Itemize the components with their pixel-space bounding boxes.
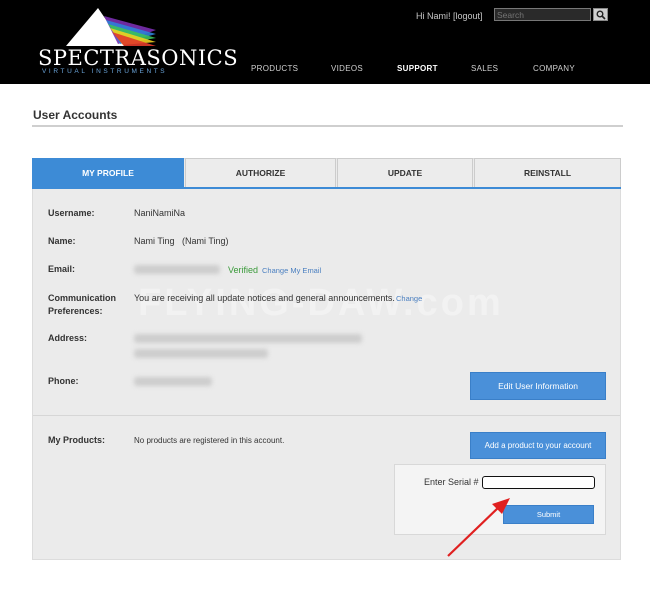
edit-user-info-button[interactable]: Edit User Information <box>470 372 606 400</box>
tab-update[interactable]: UPDATE <box>337 158 473 188</box>
brand-logo[interactable]: SPECTRASONICS VIRTUAL INSTRUMENTS <box>30 6 238 76</box>
search-input[interactable] <box>494 8 591 21</box>
phone-value-redacted <box>134 377 212 386</box>
search-icon <box>596 10 606 20</box>
address-line1-redacted <box>134 334 362 343</box>
brand-name: SPECTRASONICS <box>38 46 239 70</box>
nav-videos[interactable]: VIDEOS <box>331 64 363 73</box>
name-label: Name: <box>48 236 76 246</box>
title-divider <box>32 125 623 127</box>
comm-prefs-change-link[interactable]: Change <box>396 294 422 303</box>
tabs-underline <box>32 187 621 189</box>
prism-logo-icon <box>66 8 156 46</box>
site-header: SPECTRASONICS VIRTUAL INSTRUMENTS Hi Nam… <box>0 0 650 84</box>
serial-label: Enter Serial # <box>424 477 479 487</box>
serial-input[interactable] <box>482 476 595 489</box>
comm-prefs-text: You are receiving all update notices and… <box>134 293 395 303</box>
submit-serial-button[interactable]: Submit <box>503 505 594 524</box>
no-products-text: No products are registered in this accou… <box>134 436 285 445</box>
tab-my-profile[interactable]: MY PROFILE <box>32 158 184 188</box>
brand-subtitle: VIRTUAL INSTRUMENTS <box>42 68 168 75</box>
username-value: NaniNamiNa <box>134 208 186 218</box>
email-label: Email: <box>48 264 76 274</box>
page-title: User Accounts <box>33 108 118 122</box>
nav-products[interactable]: PRODUCTS <box>251 64 298 73</box>
username-label: Username: <box>48 208 95 218</box>
add-product-button[interactable]: Add a product to your account <box>470 432 606 459</box>
tab-reinstall[interactable]: REINSTALL <box>474 158 621 188</box>
section-divider <box>33 415 620 416</box>
logout-link[interactable]: [logout] <box>453 11 483 21</box>
phone-label: Phone: <box>48 376 79 386</box>
user-bar: Hi Nami! [logout] <box>416 11 483 21</box>
my-products-label: My Products: <box>48 435 106 445</box>
address-label: Address: <box>48 333 88 343</box>
comm-prefs-label-line1: Communication <box>48 293 117 303</box>
email-value-redacted <box>134 265 220 274</box>
comm-prefs-label-line2: Preferences: <box>48 306 103 316</box>
watermark: FLYING-DAW.com <box>138 282 504 324</box>
nav-support[interactable]: SUPPORT <box>397 64 438 73</box>
nav-company[interactable]: COMPANY <box>533 64 575 73</box>
greeting-text: Hi Nami! <box>416 11 451 21</box>
tab-authorize[interactable]: AUTHORIZE <box>185 158 336 188</box>
red-arrow-annotation <box>447 498 510 557</box>
nav-sales[interactable]: SALES <box>471 64 498 73</box>
email-verified-badge: Verified <box>228 265 259 275</box>
name-value: Nami Ting (Nami Ting) <box>134 236 229 246</box>
change-email-link[interactable]: Change My Email <box>262 266 321 275</box>
address-line2-redacted <box>134 349 268 358</box>
comm-prefs-label: Communication Preferences: <box>48 292 116 318</box>
search-button[interactable] <box>593 8 608 21</box>
